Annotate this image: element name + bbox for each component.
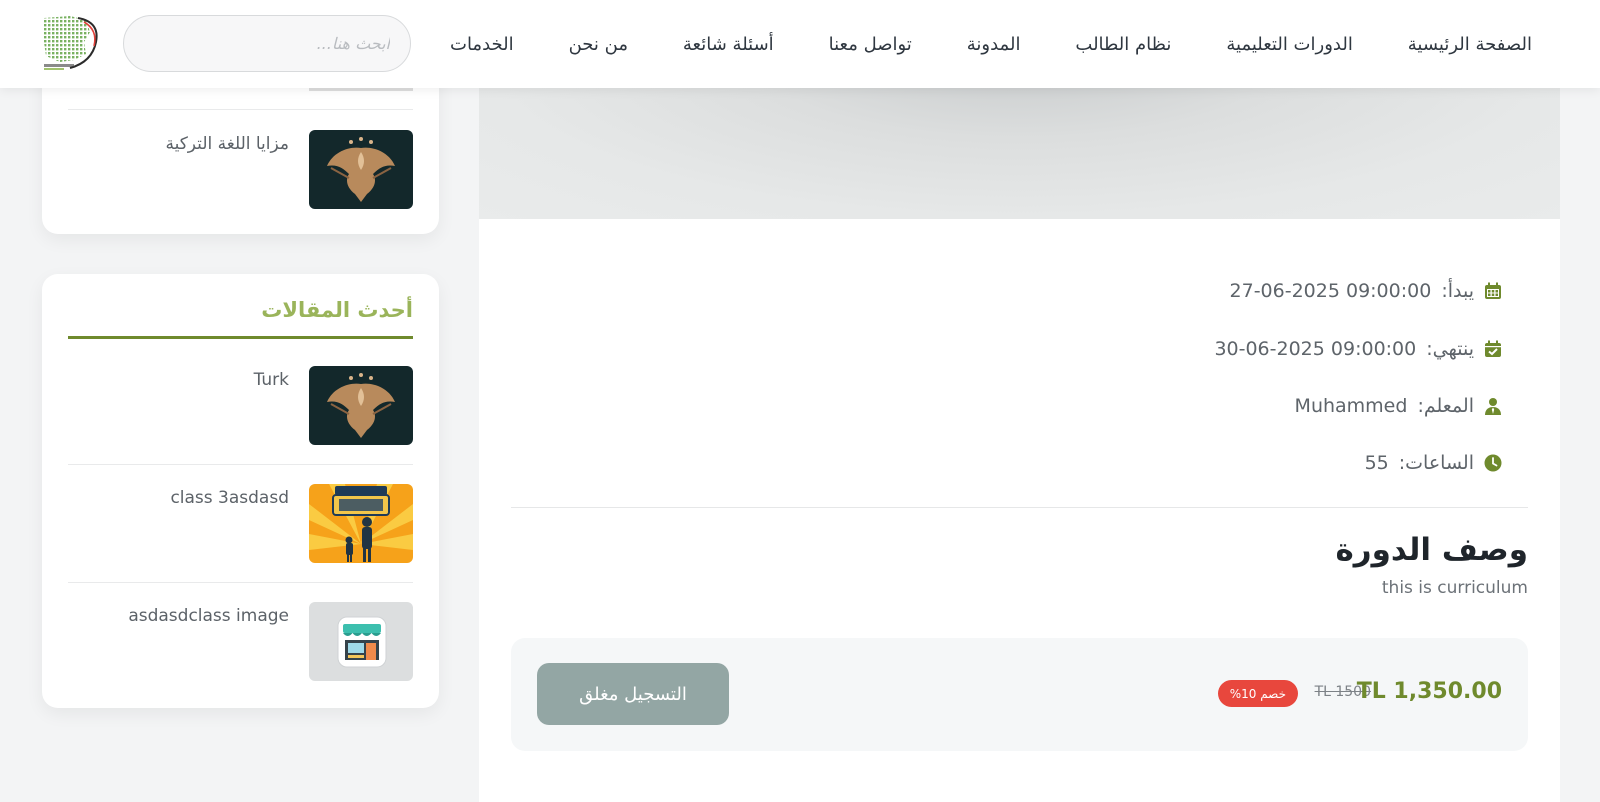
divider (68, 464, 413, 465)
shop-icon-thumbnail (309, 602, 413, 681)
nav-courses[interactable]: الدورات التعليمية (1226, 34, 1352, 55)
course-end-row: ينتهي: 30-06-2025 09:00:00 (1214, 338, 1502, 360)
main-nav: الصفحة الرئيسية الدورات التعليمية نظام ا… (450, 0, 1532, 88)
course-description-text: this is curriculum (1381, 578, 1528, 598)
current-price: TL 1,350.00 (1356, 679, 1502, 704)
article-item[interactable]: Turk (68, 366, 413, 446)
course-teacher-label: المعلم: (1417, 395, 1474, 417)
article-title: asdasdclass image (128, 606, 289, 626)
widget-title: أحدث المقالات (261, 298, 413, 322)
course-teacher-row: المعلم: Muhammed (1295, 395, 1502, 417)
divider (511, 507, 1528, 508)
course-start-value: 27-06-2025 09:00:00 (1229, 280, 1432, 302)
article-title: class 3asdasd (170, 488, 289, 508)
course-hours-row: الساعات: 55 (1365, 452, 1502, 474)
sidebar-item-title: مزايا اللغة التركية (165, 134, 289, 154)
search-box[interactable] (123, 15, 411, 72)
calendar-icon (1484, 282, 1502, 300)
search-input[interactable] (144, 34, 390, 53)
sidebar-item[interactable]: مزايا اللغة التركية (68, 130, 413, 210)
nav-faq[interactable]: أسئلة شائعة (683, 34, 774, 55)
divider (68, 582, 413, 583)
enroll-closed-button[interactable]: التسجيل مغلق (537, 663, 729, 725)
widget-title-underline (68, 336, 413, 339)
calendar-check-icon (1484, 340, 1502, 358)
course-hours-value: 55 (1364, 452, 1389, 474)
previous-item-thumbnail (309, 88, 413, 91)
latest-articles-widget: أحدث المقالات Turk class 3asdasd asdasdc… (42, 274, 439, 708)
divider (68, 109, 413, 110)
course-end-value: 30-06-2025 09:00:00 (1214, 338, 1417, 360)
pricing-box: التسجيل مغلق خصم 10% TL 1500 TL 1,350.00 (511, 638, 1528, 751)
teacher-icon (1484, 397, 1502, 415)
nav-contact[interactable]: تواصل معنا (829, 34, 912, 55)
eagle-emblem-thumbnail (309, 130, 413, 209)
eagle-emblem-thumbnail (309, 366, 413, 445)
course-hours-label: الساعات: (1398, 452, 1474, 474)
nav-blog[interactable]: المدونة (967, 34, 1021, 55)
nav-student-system[interactable]: نظام الطالب (1075, 34, 1171, 55)
course-teacher-value: Muhammed (1294, 395, 1408, 417)
course-details: يبدأ: 27-06-2025 09:00:00 ينتهي: 30-06-2… (479, 60, 1560, 802)
site-logo[interactable] (40, 12, 102, 72)
nav-about[interactable]: من نحن (569, 34, 628, 55)
article-title: Turk (253, 370, 289, 390)
discount-badge: خصم 10% (1217, 680, 1298, 707)
course-description-title: وصف الدورة (1335, 532, 1528, 568)
article-item[interactable]: class 3asdasd (68, 484, 413, 564)
site-header: الصفحة الرئيسية الدورات التعليمية نظام ا… (0, 0, 1600, 88)
clock-icon (1484, 454, 1502, 472)
course-start-label: يبدأ: (1441, 280, 1474, 302)
course-end-label: ينتهي: (1426, 338, 1474, 360)
nav-home[interactable]: الصفحة الرئيسية (1408, 34, 1532, 55)
course-start-row: يبدأ: 27-06-2025 09:00:00 (1230, 280, 1502, 302)
logo-icon (44, 16, 98, 70)
best-dad-poster-thumbnail (309, 484, 413, 563)
nav-services[interactable]: الخدمات (450, 34, 514, 55)
article-item[interactable]: asdasdclass image (68, 602, 413, 682)
